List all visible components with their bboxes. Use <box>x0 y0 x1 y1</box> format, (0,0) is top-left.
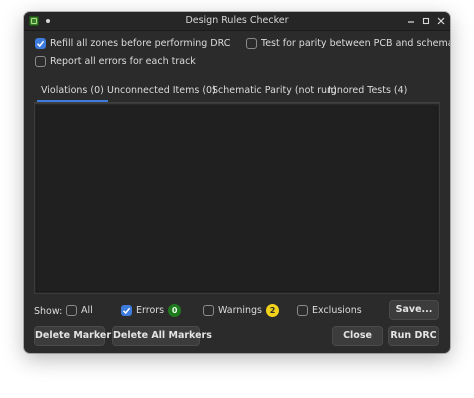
filter-warnings-label: Warnings <box>218 304 263 316</box>
checkbox-icon[interactable] <box>297 304 308 316</box>
run-drc-button[interactable]: Run DRC <box>388 326 439 346</box>
violations-list[interactable] <box>36 106 438 292</box>
show-label: Show: <box>34 306 63 317</box>
checkbox-checked-icon[interactable] <box>121 304 132 316</box>
violations-panel <box>34 103 440 294</box>
filter-all-label: All <box>81 304 93 316</box>
close-button[interactable]: Close <box>332 326 383 346</box>
warnings-count-badge: 2 <box>266 303 280 317</box>
errors-count-badge: 0 <box>168 303 182 317</box>
filter-exclusions-checkbox[interactable]: Exclusions <box>297 303 362 317</box>
delete-all-markers-button[interactable]: Delete All Markers <box>112 326 212 346</box>
delete-marker-button[interactable]: Delete Marker <box>34 326 111 346</box>
maximize-icon[interactable] <box>419 14 433 28</box>
filter-all-checkbox[interactable]: All <box>66 303 93 317</box>
close-icon[interactable] <box>434 14 448 28</box>
tab-schematic-parity[interactable]: Schematic Parity (not run) <box>212 85 337 102</box>
checkbox-icon[interactable] <box>203 304 214 316</box>
checkbox-icon[interactable] <box>246 37 257 49</box>
refill-zones-checkbox[interactable]: Refill all zones before performing DRC <box>35 36 230 50</box>
checkbox-icon[interactable] <box>35 55 46 67</box>
filter-errors-label: Errors <box>136 304 165 316</box>
tab-ignored-tests[interactable]: Ignored Tests (4) <box>328 85 407 102</box>
results-tabs: Violations (0) Unconnected Items (0) Sch… <box>34 80 440 103</box>
filter-exclusions-label: Exclusions <box>312 304 362 316</box>
filter-errors-checkbox[interactable]: Errors 0 <box>121 303 182 317</box>
filter-warnings-checkbox[interactable]: Warnings 2 <box>203 303 280 317</box>
parity-test-checkbox[interactable]: Test for parity between PCB and schemati… <box>246 36 450 50</box>
title-bar[interactable]: Design Rules Checker <box>24 12 450 31</box>
report-all-errors-checkbox[interactable]: Report all errors for each track <box>35 54 196 68</box>
save-button[interactable]: Save... <box>389 300 439 320</box>
drc-dialog: Design Rules Checker Refill all zones be… <box>24 12 450 353</box>
report-all-errors-label: Report all errors for each track <box>50 55 196 67</box>
checkbox-icon[interactable] <box>66 304 77 316</box>
checkbox-checked-icon[interactable] <box>35 37 46 49</box>
tab-violations[interactable]: Violations (0) <box>37 85 108 102</box>
window-title: Design Rules Checker <box>185 15 289 26</box>
tab-unconnected-items[interactable]: Unconnected Items (0) <box>107 85 216 102</box>
minimize-icon[interactable] <box>404 14 418 28</box>
refill-zones-label: Refill all zones before performing DRC <box>50 37 231 49</box>
parity-test-label: Test for parity between PCB and schemati… <box>261 37 450 49</box>
